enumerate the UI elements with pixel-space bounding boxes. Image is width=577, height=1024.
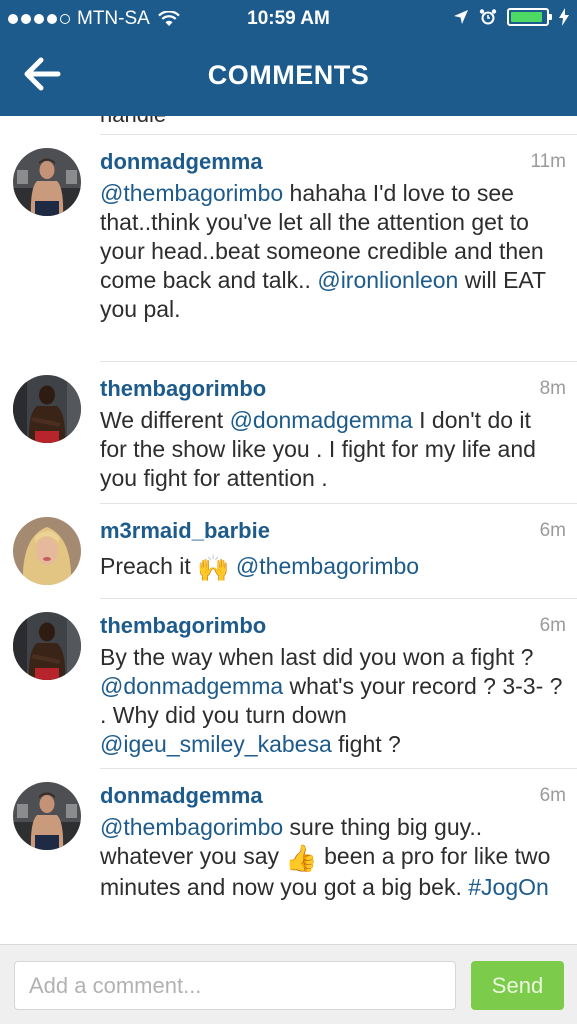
send-button[interactable]: Send	[471, 961, 564, 1010]
comment-composer: Send	[0, 944, 577, 1024]
comment-text: @thembagorimbo sure thing big guy.. what…	[100, 813, 563, 902]
comment-timestamp: 11m	[530, 151, 566, 172]
mention-link[interactable]: @thembagorimbo	[100, 814, 283, 840]
battery-level	[511, 12, 542, 22]
raised-hands-emoji-icon: 🙌	[197, 553, 230, 583]
comment-item: donmadgemma 11m @thembagorimbo hahaha I'…	[0, 135, 577, 362]
charging-bolt-icon	[559, 8, 569, 26]
comment-username[interactable]: thembagorimbo	[100, 613, 266, 639]
comment-text: Preach it 🙌 @thembagorimbo	[100, 552, 563, 583]
comment-timestamp: 6m	[539, 520, 566, 541]
comment-item: thembagorimbo 8m We different @donmadgem…	[0, 362, 577, 504]
comment-timestamp: 8m	[539, 378, 566, 399]
comment-username[interactable]: donmadgemma	[100, 783, 263, 809]
mention-link[interactable]: @thembagorimbo	[236, 553, 419, 579]
status-bar: MTN-SA 10:59 AM	[0, 0, 577, 38]
avatar[interactable]	[13, 517, 81, 585]
status-right	[453, 8, 569, 26]
page-title: COMMENTS	[207, 60, 370, 90]
clipped-comment-text: handle	[100, 116, 166, 128]
comment-username[interactable]: thembagorimbo	[100, 376, 266, 402]
comment-text: By the way when last did you won a fight…	[100, 643, 563, 759]
thumbs-up-emoji-icon: 👍	[285, 843, 318, 873]
avatar[interactable]	[13, 375, 81, 443]
mention-link[interactable]: @donmadgemma	[230, 407, 413, 433]
mention-link[interactable]: @igeu_smiley_kabesa	[100, 731, 332, 757]
location-arrow-icon	[454, 10, 468, 24]
avatar[interactable]	[13, 612, 81, 680]
comment-text: We different @donmadgemma I don't do it …	[100, 406, 563, 493]
hashtag-link[interactable]: #JogOn	[468, 874, 549, 900]
mention-link[interactable]: @thembagorimbo	[100, 180, 283, 206]
nav-bar: COMMENTS	[0, 38, 577, 116]
comment-text-part: Preach it	[100, 553, 198, 579]
comment-text: @thembagorimbo hahaha I'd love to see th…	[100, 179, 563, 324]
comment-item: thembagorimbo 6m By the way when last di…	[0, 599, 577, 769]
comment-text-part: fight ?	[331, 731, 401, 757]
alarm-clock-icon	[479, 9, 497, 25]
mention-link[interactable]: @donmadgemma	[100, 673, 283, 699]
comment-text-part: By the way when last did you won a fight…	[100, 644, 534, 670]
comment-item: m3rmaid_barbie 6m Preach it 🙌 @thembagor…	[0, 504, 577, 599]
comment-timestamp: 6m	[539, 785, 566, 806]
comment-username[interactable]: donmadgemma	[100, 149, 263, 175]
avatar[interactable]	[13, 148, 81, 216]
avatar[interactable]	[13, 782, 81, 850]
mention-link[interactable]: @ironlionleon	[317, 267, 458, 293]
battery-icon	[507, 8, 552, 26]
comments-list[interactable]: handle donmadgemma 11m @thembagorimbo ha…	[0, 116, 577, 944]
comment-username[interactable]: m3rmaid_barbie	[100, 518, 270, 544]
comment-text-part: We different	[100, 407, 230, 433]
comment-timestamp: 6m	[539, 615, 566, 636]
comment-input[interactable]	[14, 961, 456, 1010]
comment-item: donmadgemma 6m @thembagorimbo sure thing…	[0, 769, 577, 944]
